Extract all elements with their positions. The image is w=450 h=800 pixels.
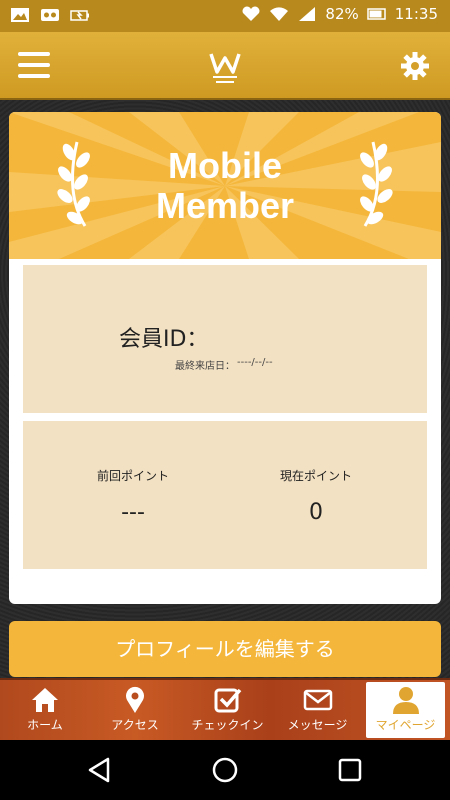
logo-icon	[205, 42, 245, 90]
envelope-icon	[303, 689, 332, 711]
person-icon	[392, 687, 419, 714]
previous-points-value: ---	[121, 500, 145, 525]
previous-points-label: 前回ポイント	[96, 469, 169, 483]
previous-points: 前回ポイント ---	[58, 467, 208, 525]
home-circle-icon[interactable]	[211, 756, 239, 784]
heart-monitor-icon	[242, 6, 260, 21]
edit-profile-button[interactable]: プロフィールを編集する	[9, 621, 441, 677]
points-panel: 前回ポイント --- 現在ポイント 0	[23, 421, 427, 569]
wifi-icon	[270, 7, 289, 22]
last-visit-value: ----/--/--	[237, 357, 273, 368]
app-header	[0, 32, 450, 100]
menu-icon	[18, 52, 50, 78]
home-icon	[32, 688, 58, 712]
nav-mypage-label: マイページ	[375, 718, 436, 732]
clock: 11:35	[394, 5, 438, 23]
nav-mypage[interactable]: マイページ	[366, 682, 445, 738]
laurel-right-icon	[360, 141, 393, 227]
signal-icon	[299, 7, 316, 21]
current-points-value: 0	[309, 500, 323, 525]
menu-button[interactable]	[18, 52, 50, 80]
recents-icon[interactable]	[336, 756, 364, 784]
member-id-panel: 会員ID： 最終来店日： ----/--/--	[23, 265, 427, 413]
gear-icon	[401, 52, 429, 80]
nav-access-label: アクセス	[111, 718, 159, 732]
current-points-label: 現在ポイント	[279, 469, 352, 483]
image-icon	[11, 8, 29, 22]
battery-icon	[367, 8, 386, 20]
mobile-member-banner: Mobile Member	[9, 112, 441, 259]
location-pin-icon	[126, 686, 144, 713]
status-bar: 82% 11:35	[0, 0, 450, 32]
nav-message[interactable]: メッセージ	[280, 680, 355, 740]
member-card: Mobile Member 会員ID： 最終来店日： ----/--/-- 前回…	[9, 112, 441, 604]
battery-percent: 82%	[325, 5, 359, 23]
back-icon[interactable]	[86, 756, 114, 784]
voicemail-icon	[41, 9, 59, 21]
battery-charging-icon	[70, 10, 89, 21]
nav-home-label: ホーム	[27, 718, 63, 732]
nav-access[interactable]: アクセス	[100, 680, 170, 740]
last-visit-label: 最終来店日：	[175, 361, 235, 372]
last-visit: 最終来店日： ----/--/--	[175, 357, 273, 372]
nav-home[interactable]: ホーム	[10, 680, 80, 740]
nav-checkin[interactable]: チェックイン	[185, 680, 270, 740]
settings-button[interactable]	[400, 51, 430, 81]
checkbox-icon	[214, 688, 241, 713]
member-id-label: 会員ID：	[119, 327, 209, 352]
bottom-nav: ホーム アクセス チェックイン メッセージ マイページ	[0, 678, 450, 740]
nav-message-label: メッセージ	[287, 718, 348, 732]
current-points: 現在ポイント 0	[241, 467, 391, 525]
android-nav-bar	[0, 740, 450, 800]
nav-checkin-label: チェックイン	[191, 718, 264, 732]
